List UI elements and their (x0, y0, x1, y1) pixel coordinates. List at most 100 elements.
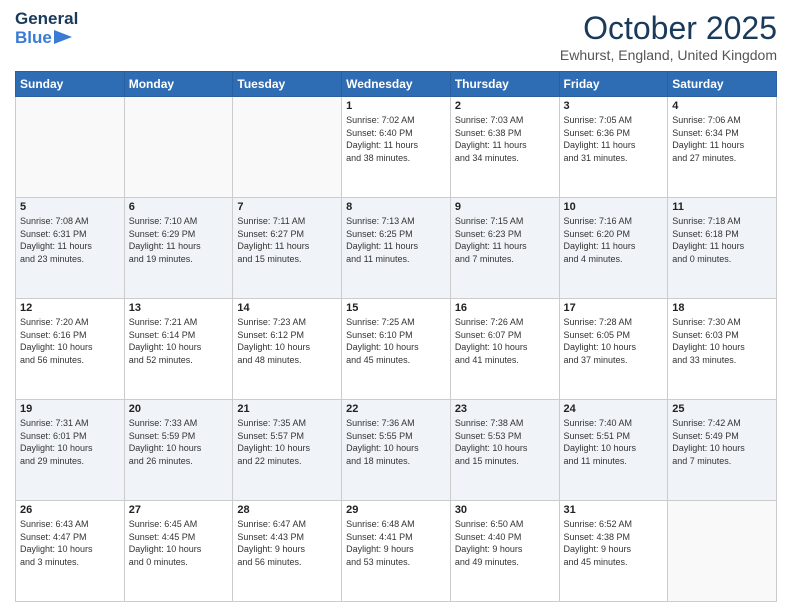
calendar-cell (668, 501, 777, 602)
day-number: 17 (564, 302, 664, 314)
logo: General Blue (15, 10, 78, 47)
calendar-cell: 20Sunrise: 7:33 AM Sunset: 5:59 PM Dayli… (124, 400, 233, 501)
col-wednesday: Wednesday (342, 72, 451, 97)
calendar-cell: 22Sunrise: 7:36 AM Sunset: 5:55 PM Dayli… (342, 400, 451, 501)
calendar-cell: 26 Sunrise: 6:43 AM Sunset: 4:47 PM Dayli… (16, 501, 125, 602)
col-saturday: Saturday (668, 72, 777, 97)
col-friday: Friday (559, 72, 668, 97)
day-number: 14 (237, 302, 337, 314)
day-number: 16 (455, 302, 555, 314)
header-row: Sunday Monday Tuesday Wednesday Thursday… (16, 72, 777, 97)
calendar-cell: 31 Sunrise: 6:52 AM Sunset: 4:38 PM Dayli… (559, 501, 668, 602)
calendar-cell: 5 Sunrise: 7:08 AM Sunset: 6:31 PM Daylig… (16, 198, 125, 299)
day-info: Sunrise: 7:36 AM Sunset: 5:55 PM Dayligh… (346, 417, 446, 467)
day-number: 21 (237, 403, 337, 415)
calendar-cell: 3 Sunrise: 7:05 AM Sunset: 6:36 PM Daylig… (559, 97, 668, 198)
day-info: Sunrise: 7:30 AM Sunset: 6:03 PM Dayligh… (672, 316, 772, 366)
day-info: Sunrise: 7:16 AM Sunset: 6:20 PM Dayligh… (564, 215, 664, 265)
calendar-cell: 24 Sunrise: 7:40 AM Sunset: 5:51 PM Dayli… (559, 400, 668, 501)
col-sunday: Sunday (16, 72, 125, 97)
day-info: Sunrise: 7:31 AM Sunset: 6:01 PM Dayligh… (20, 417, 120, 467)
day-number: 24 (564, 403, 664, 415)
day-number: 19 (20, 403, 120, 415)
day-info: Sunrise: 6:50 AM Sunset: 4:40 PM Dayligh… (455, 518, 555, 568)
calendar-cell (16, 97, 125, 198)
day-number: 13 (129, 302, 229, 314)
calendar-table: Sunday Monday Tuesday Wednesday Thursday… (15, 71, 777, 602)
day-number: 3 (564, 100, 664, 112)
calendar-body: 1Sunrise: 7:02 AM Sunset: 6:40 PM Daylig… (16, 97, 777, 602)
day-info: Sunrise: 7:33 AM Sunset: 5:59 PM Dayligh… (129, 417, 229, 467)
day-number: 1 (346, 100, 446, 112)
logo-general: General (15, 10, 78, 29)
day-info: Sunrise: 6:43 AM Sunset: 4:47 PM Dayligh… (20, 518, 120, 568)
day-number: 12 (20, 302, 120, 314)
calendar-week-2: 5 Sunrise: 7:08 AM Sunset: 6:31 PM Daylig… (16, 198, 777, 299)
header: General Blue October 2025 Ewhurst, Engla… (15, 10, 777, 63)
day-number: 8 (346, 201, 446, 213)
calendar-cell: 8Sunrise: 7:13 AM Sunset: 6:25 PM Daylig… (342, 198, 451, 299)
day-number: 2 (455, 100, 555, 112)
day-number: 11 (672, 201, 772, 213)
calendar-cell: 13 Sunrise: 7:21 AM Sunset: 6:14 PM Dayli… (124, 299, 233, 400)
calendar-cell: 29Sunrise: 6:48 AM Sunset: 4:41 PM Dayli… (342, 501, 451, 602)
month-title: October 2025 (560, 10, 777, 47)
day-number: 31 (564, 504, 664, 516)
day-info: Sunrise: 7:26 AM Sunset: 6:07 PM Dayligh… (455, 316, 555, 366)
location: Ewhurst, England, United Kingdom (560, 47, 777, 63)
calendar-week-3: 12 Sunrise: 7:20 AM Sunset: 6:16 PM Dayli… (16, 299, 777, 400)
day-info: Sunrise: 7:35 AM Sunset: 5:57 PM Dayligh… (237, 417, 337, 467)
day-number: 23 (455, 403, 555, 415)
logo-arrow-icon (54, 30, 72, 44)
calendar-cell: 11Sunrise: 7:18 AM Sunset: 6:18 PM Dayli… (668, 198, 777, 299)
calendar-week-4: 19 Sunrise: 7:31 AM Sunset: 6:01 PM Dayli… (16, 400, 777, 501)
calendar-cell: 16 Sunrise: 7:26 AM Sunset: 6:07 PM Dayli… (450, 299, 559, 400)
day-info: Sunrise: 7:10 AM Sunset: 6:29 PM Dayligh… (129, 215, 229, 265)
calendar-cell: 30Sunrise: 6:50 AM Sunset: 4:40 PM Dayli… (450, 501, 559, 602)
day-number: 29 (346, 504, 446, 516)
day-info: Sunrise: 6:45 AM Sunset: 4:45 PM Dayligh… (129, 518, 229, 568)
day-number: 5 (20, 201, 120, 213)
logo-blue: Blue (15, 29, 52, 48)
calendar-cell: 4Sunrise: 7:06 AM Sunset: 6:34 PM Daylig… (668, 97, 777, 198)
day-info: Sunrise: 7:06 AM Sunset: 6:34 PM Dayligh… (672, 114, 772, 164)
day-number: 27 (129, 504, 229, 516)
calendar-cell: 27 Sunrise: 6:45 AM Sunset: 4:45 PM Dayli… (124, 501, 233, 602)
day-info: Sunrise: 7:20 AM Sunset: 6:16 PM Dayligh… (20, 316, 120, 366)
day-info: Sunrise: 7:21 AM Sunset: 6:14 PM Dayligh… (129, 316, 229, 366)
calendar-cell: 7 Sunrise: 7:11 AM Sunset: 6:27 PM Daylig… (233, 198, 342, 299)
day-info: Sunrise: 7:23 AM Sunset: 6:12 PM Dayligh… (237, 316, 337, 366)
day-number: 26 (20, 504, 120, 516)
calendar-cell (233, 97, 342, 198)
col-tuesday: Tuesday (233, 72, 342, 97)
day-number: 10 (564, 201, 664, 213)
calendar-cell (124, 97, 233, 198)
day-info: Sunrise: 7:42 AM Sunset: 5:49 PM Dayligh… (672, 417, 772, 467)
col-monday: Monday (124, 72, 233, 97)
calendar-cell: 6Sunrise: 7:10 AM Sunset: 6:29 PM Daylig… (124, 198, 233, 299)
day-info: Sunrise: 7:08 AM Sunset: 6:31 PM Dayligh… (20, 215, 120, 265)
calendar-cell: 10 Sunrise: 7:16 AM Sunset: 6:20 PM Dayli… (559, 198, 668, 299)
day-info: Sunrise: 7:11 AM Sunset: 6:27 PM Dayligh… (237, 215, 337, 265)
calendar-week-1: 1Sunrise: 7:02 AM Sunset: 6:40 PM Daylig… (16, 97, 777, 198)
title-block: October 2025 Ewhurst, England, United Ki… (560, 10, 777, 63)
calendar-header: Sunday Monday Tuesday Wednesday Thursday… (16, 72, 777, 97)
day-info: Sunrise: 7:05 AM Sunset: 6:36 PM Dayligh… (564, 114, 664, 164)
page: General Blue October 2025 Ewhurst, Engla… (0, 0, 792, 612)
calendar-cell: 21 Sunrise: 7:35 AM Sunset: 5:57 PM Dayli… (233, 400, 342, 501)
day-info: Sunrise: 7:40 AM Sunset: 5:51 PM Dayligh… (564, 417, 664, 467)
calendar-cell: 25 Sunrise: 7:42 AM Sunset: 5:49 PM Dayli… (668, 400, 777, 501)
day-info: Sunrise: 7:38 AM Sunset: 5:53 PM Dayligh… (455, 417, 555, 467)
day-info: Sunrise: 6:47 AM Sunset: 4:43 PM Dayligh… (237, 518, 337, 568)
calendar-cell: 9Sunrise: 7:15 AM Sunset: 6:23 PM Daylig… (450, 198, 559, 299)
calendar-cell: 19 Sunrise: 7:31 AM Sunset: 6:01 PM Dayli… (16, 400, 125, 501)
day-number: 25 (672, 403, 772, 415)
calendar-cell: 1Sunrise: 7:02 AM Sunset: 6:40 PM Daylig… (342, 97, 451, 198)
day-info: Sunrise: 6:52 AM Sunset: 4:38 PM Dayligh… (564, 518, 664, 568)
calendar-cell: 15Sunrise: 7:25 AM Sunset: 6:10 PM Dayli… (342, 299, 451, 400)
day-info: Sunrise: 7:28 AM Sunset: 6:05 PM Dayligh… (564, 316, 664, 366)
calendar-cell: 28Sunrise: 6:47 AM Sunset: 4:43 PM Dayli… (233, 501, 342, 602)
day-number: 7 (237, 201, 337, 213)
logo-name: General Blue (15, 10, 78, 47)
calendar-cell: 18Sunrise: 7:30 AM Sunset: 6:03 PM Dayli… (668, 299, 777, 400)
